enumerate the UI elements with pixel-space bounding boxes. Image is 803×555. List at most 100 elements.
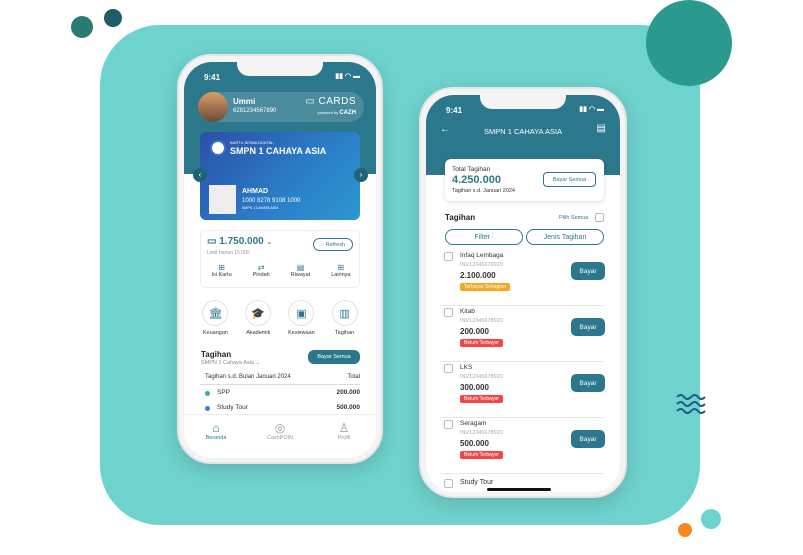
bill-name: Seragam	[460, 420, 487, 427]
refresh-button[interactable]: ◌ Refresh	[313, 238, 353, 251]
action-label: Riwayat	[290, 272, 311, 278]
history-icon: ▤	[296, 263, 305, 272]
bill-checkbox[interactable]	[444, 364, 453, 373]
student-card[interactable]: KARTU SISWA DIGITAL SMPN 1 CAHAYA ASIA A…	[200, 132, 360, 220]
bill-amount: 200.000	[460, 327, 489, 336]
bank-icon: 🏛	[202, 300, 229, 326]
bill-checkbox[interactable]	[444, 308, 453, 317]
action-isi-kartu[interactable]: ⊞ Isi Kartu	[211, 263, 231, 278]
bill-item: LKS INV12345678920 300.000 Belum Terbaya…	[440, 362, 605, 418]
menu-keuangan[interactable]: 🏛 Keuangan	[202, 300, 229, 336]
card-school: SMPN 1 CAHAYA ASIA	[230, 146, 327, 156]
menu-kesiswaan[interactable]: ▣ Kesiswaan	[288, 300, 315, 336]
pay-button[interactable]: Bayar	[571, 262, 605, 280]
row-amount: 200.000	[336, 389, 361, 396]
next-card-button[interactable]: ›	[354, 168, 368, 182]
avatar	[198, 92, 228, 122]
user-bar[interactable]: Ummi 6281234567890 ▭ CARDS powered by CA…	[198, 92, 364, 122]
menu-tagihan[interactable]: ▥ Tagihan	[331, 300, 358, 336]
nav-label: Profil	[337, 435, 351, 441]
wave-decor-icon	[676, 394, 706, 414]
pay-all-button[interactable]: Bayar Semua	[308, 350, 360, 364]
nav-cashpoin[interactable]: ◎ CashPOIN	[255, 421, 305, 458]
decor-dot	[678, 523, 692, 537]
grid-icon: ⊞	[337, 263, 345, 272]
menu-label: Akademik	[246, 330, 271, 336]
bullet	[205, 406, 210, 411]
prev-card-button[interactable]: ‹	[193, 168, 207, 182]
menu-akademik[interactable]: 🎓 Akademik	[245, 300, 272, 336]
select-all-label: Pilih Semua	[559, 215, 589, 221]
fingerprint-icon: ◎	[274, 421, 286, 435]
school-name: SMPN 1 Cahaya Asia	[201, 360, 254, 366]
pay-button[interactable]: Bayar	[571, 318, 605, 336]
row-name: SPP	[217, 389, 231, 396]
balance-box: ▭ 1.750.000 ⌄ Limit harian 15.000 ◌ Refr…	[200, 230, 360, 288]
bill-checkbox[interactable]	[444, 252, 453, 261]
pay-all-button[interactable]: Bayar Semua	[543, 172, 596, 187]
pay-button[interactable]: Bayar	[571, 430, 605, 448]
bill-checkbox[interactable]	[444, 479, 453, 488]
bottom-nav: ⌂ Beranda ◎ CashPOIN ♙ Profil	[184, 414, 376, 458]
daily-limit: Limit harian 15.000	[207, 250, 250, 256]
bill-item: Kitab INV12345678920 200.000 Belum Terba…	[440, 306, 605, 362]
user-icon: ♙	[338, 421, 350, 435]
action-label: Pindah	[252, 272, 270, 278]
bullet	[205, 391, 210, 396]
bill-checkbox[interactable]	[444, 420, 453, 429]
menu-label: Kesiswaan	[288, 330, 315, 336]
bill-item: Infaq Lembaga INV12345678920 2.100.000 T…	[440, 250, 605, 306]
filter-button[interactable]: Filter ⫶	[445, 229, 523, 245]
notch	[237, 62, 323, 76]
school-selector[interactable]: SMPN 1 Cahaya Asia ⌄	[201, 360, 260, 366]
status-badge: Belum Terbayar	[460, 395, 503, 403]
balance[interactable]: ▭ 1.750.000 ⌄	[207, 236, 272, 247]
decor-dot	[104, 9, 122, 27]
home-screen: 9:41 ▮▮ ◠ ▬ Ummi 6281234567890 ▭ CARDS p…	[184, 62, 376, 458]
chevron-down-icon: ⌄	[266, 239, 273, 246]
refresh-label: Refresh	[325, 241, 346, 248]
status-badge: Belum Terbayar	[460, 339, 503, 347]
company-name: CAZH	[339, 110, 356, 116]
bill-invoice: INV12345678920	[460, 430, 503, 436]
balance-amount: 1.750.000	[219, 236, 264, 247]
user-name: Ummi	[233, 97, 256, 106]
select-all-checkbox[interactable]	[595, 213, 604, 222]
nav-profil[interactable]: ♙ Profil	[319, 421, 369, 458]
card-subtitle: KARTU SISWA DIGITAL	[230, 140, 274, 145]
bill-invoice: INV12345678920	[460, 374, 503, 380]
powered-by-text: powered by	[317, 110, 339, 115]
decor-dot	[701, 509, 721, 529]
row-name: Study Tour	[217, 404, 248, 411]
notch	[480, 95, 566, 109]
bill-amount: 300.000	[460, 383, 489, 392]
home-icon: ⌂	[212, 421, 220, 435]
total-period: Tagihan s.d. Januari 2024	[452, 188, 515, 194]
action-lainnya[interactable]: ⊞ Lainnya	[331, 263, 350, 278]
page-title: SMPN 1 CAHAYA ASIA	[483, 127, 563, 136]
pay-button[interactable]: Bayar	[571, 374, 605, 392]
total-label: Total Tagihan	[452, 166, 491, 173]
nav-label: CashPOIN	[266, 435, 294, 441]
action-pindah[interactable]: ⇄ Pindah	[253, 263, 270, 278]
bill-name: Kitab	[460, 308, 475, 315]
bill-item: Seragam INV12345678920 500.000 Belum Ter…	[440, 418, 605, 474]
bill-amount: 500.000	[460, 439, 489, 448]
row-amount: 500.000	[336, 404, 361, 411]
total-label: Total	[347, 374, 360, 380]
menu-label: Keuangan	[202, 330, 228, 336]
brand-name: CARDS	[318, 96, 356, 107]
status-badge: Terbayar Sebagian	[460, 283, 510, 291]
chevron-down-icon: ⌄	[255, 360, 261, 366]
left-phone: 9:41 ▮▮ ◠ ▬ Ummi 6281234567890 ▭ CARDS p…	[177, 54, 383, 464]
bill-amount: 2.100.000	[460, 271, 496, 280]
action-riwayat[interactable]: ▤ Riwayat	[291, 263, 311, 278]
status-badge: Belum Terbayar	[460, 451, 503, 459]
right-phone: 9:41 ▮▮ ◠ ▬ ← SMPN 1 CAHAYA ASIA ▤ Total…	[419, 87, 627, 498]
receipt-icon[interactable]: ▤	[597, 123, 606, 134]
student-icon: ▣	[288, 300, 315, 326]
school-logo	[210, 140, 226, 156]
nav-beranda[interactable]: ⌂ Beranda	[191, 421, 241, 458]
card-number: 1000 8278 9108 1000	[242, 198, 301, 204]
bill-type-button[interactable]: Jenis Tagihan	[526, 229, 604, 245]
